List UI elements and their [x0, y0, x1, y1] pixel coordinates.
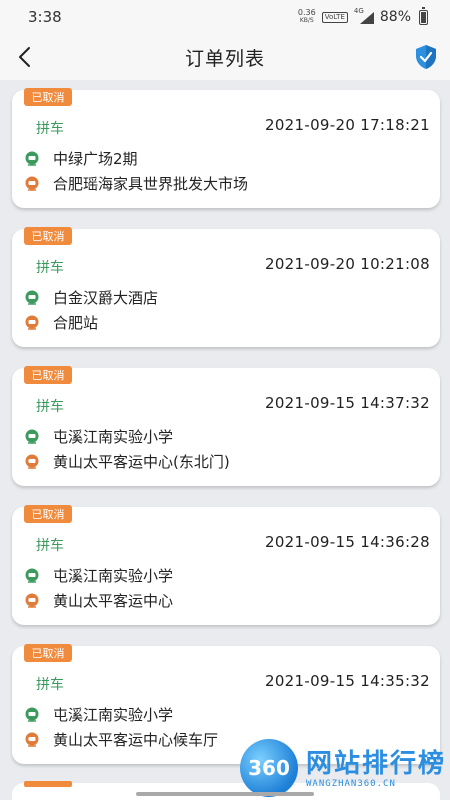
order-list[interactable]: 已取消 拼车 2021-09-20 17:18:21 中绿广场2期 合肥瑶海家具…: [0, 80, 450, 800]
end-address: 黄山太平客运中心(东北门): [53, 453, 230, 471]
start-address-row: 屯溪江南实验小学: [24, 565, 173, 586]
start-location-icon: [25, 151, 39, 166]
status-badge: 已取消: [24, 227, 72, 245]
ride-type: 拼车: [36, 260, 64, 276]
end-address: 黄山太平客运中心: [53, 592, 174, 610]
start-address: 白金汉爵大酒店: [53, 289, 159, 307]
volte-icon: VoLTE: [321, 11, 348, 23]
watermark: 360 网站排行榜 WANGZHAN360.CN: [236, 735, 450, 800]
status-badge: 已取消: [24, 88, 72, 106]
end-address: 黄山太平客运中心候车厅: [53, 731, 219, 749]
end-location-icon: [25, 593, 39, 608]
start-address-row: 屯溪江南实验小学: [24, 704, 173, 725]
order-time: 2021-09-15 14:35:32: [264, 672, 430, 690]
start-address: 屯溪江南实验小学: [53, 428, 174, 446]
start-address-row: 屯溪江南实验小学: [24, 426, 173, 447]
end-address-row: 合肥站: [24, 312, 98, 333]
ride-type: 拼车: [36, 399, 64, 415]
network-speed: 0.36 KB/S: [297, 8, 316, 25]
home-indicator[interactable]: [136, 792, 314, 796]
order-card[interactable]: 已取消 拼车 2021-09-15 14:37:32 屯溪江南实验小学 黄山太平…: [12, 366, 440, 486]
start-location-icon: [25, 429, 39, 444]
status-badge: 已取消: [24, 644, 72, 662]
status-time: 3:38: [28, 8, 62, 26]
start-location-icon: [25, 290, 39, 305]
start-address: 中绿广场2期: [53, 150, 138, 168]
end-address-row: 黄山太平客运中心(东北门): [24, 451, 230, 472]
chevron-left-icon: [19, 47, 30, 67]
ride-type: 拼车: [36, 121, 64, 137]
status-badge: 已取消: [24, 366, 72, 384]
shield-check-icon: [416, 45, 436, 69]
start-location-icon: [25, 707, 39, 722]
end-location-icon: [25, 732, 39, 747]
watermark-title: 网站排行榜: [306, 749, 447, 779]
start-address: 屯溪江南实验小学: [53, 706, 174, 724]
end-location-icon: [25, 315, 39, 330]
ride-type: 拼车: [36, 538, 64, 554]
watermark-subtitle: WANGZHAN360.CN: [306, 779, 396, 789]
page-title: 订单列表: [184, 47, 265, 70]
status-indicators: 0.36 KB/S VoLTE 4G 88%: [297, 6, 428, 25]
start-address-row: 白金汉爵大酒店: [24, 287, 158, 308]
signal-icon: 4G: [354, 7, 374, 24]
end-address: 合肥站: [53, 314, 99, 332]
end-address-row: 合肥瑶海家具世界批发大市场: [24, 173, 248, 194]
order-time: 2021-09-20 17:18:21: [264, 116, 430, 134]
battery-percent: 88%: [379, 9, 411, 25]
status-badge: 已取消: [24, 505, 72, 523]
order-card[interactable]: 已取消 拼车 2021-09-20 17:18:21 中绿广场2期 合肥瑶海家具…: [12, 88, 440, 208]
back-button[interactable]: [14, 45, 38, 69]
end-location-icon: [25, 454, 39, 469]
safety-button[interactable]: [414, 44, 438, 70]
start-address-row: 中绿广场2期: [24, 148, 138, 169]
end-address: 合肥瑶海家具世界批发大市场: [53, 175, 249, 193]
status-bar: 3:38 0.36 KB/S VoLTE 4G 88%: [0, 0, 450, 34]
order-time: 2021-09-20 10:21:08: [264, 255, 430, 273]
start-location-icon: [25, 568, 39, 583]
battery-icon: [419, 6, 428, 25]
order-time: 2021-09-15 14:36:28: [264, 533, 430, 551]
ride-type: 拼车: [36, 677, 64, 693]
order-card[interactable]: 已取消 拼车 2021-09-15 14:36:28 屯溪江南实验小学 黄山太平…: [12, 505, 440, 625]
watermark-logo: 360: [240, 739, 298, 797]
end-address-row: 黄山太平客运中心候车厅: [24, 729, 218, 750]
top-navigation-bar: 订单列表: [0, 34, 450, 80]
order-card[interactable]: 已取消 拼车 2021-09-20 10:21:08 白金汉爵大酒店 合肥站: [12, 227, 440, 347]
end-location-icon: [25, 176, 39, 191]
order-time: 2021-09-15 14:37:32: [264, 394, 430, 412]
end-address-row: 黄山太平客运中心: [24, 590, 173, 611]
start-address: 屯溪江南实验小学: [53, 567, 174, 585]
status-badge: [24, 781, 72, 787]
